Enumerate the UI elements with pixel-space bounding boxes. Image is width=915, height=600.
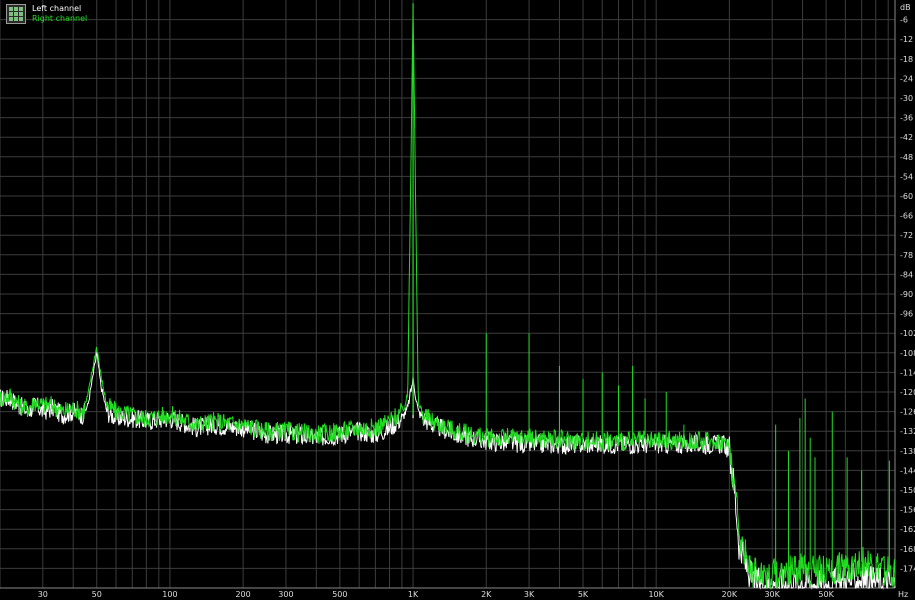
y-tick-label: -96 bbox=[900, 310, 913, 319]
y-unit-label: dB bbox=[900, 3, 911, 12]
y-tick-label: -66 bbox=[900, 212, 913, 221]
x-tick-label: 1K bbox=[408, 590, 419, 599]
x-tick-label: 2K bbox=[481, 590, 492, 599]
x-tick-label: 10K bbox=[648, 590, 664, 599]
x-tick-label: 50 bbox=[92, 590, 102, 599]
y-tick-label: -138 bbox=[900, 447, 915, 456]
y-tick-label: -126 bbox=[900, 408, 915, 417]
y-tick-label: -168 bbox=[900, 545, 915, 554]
x-tick-label: 50K bbox=[818, 590, 834, 599]
y-tick-label: -60 bbox=[900, 192, 913, 201]
legend-left-channel: Left channel bbox=[32, 4, 82, 13]
x-tick-label: 5K bbox=[578, 590, 589, 599]
y-tick-label: -42 bbox=[900, 133, 913, 142]
x-tick-label: 30K bbox=[764, 590, 780, 599]
y-tick-label: -132 bbox=[900, 427, 915, 436]
y-tick-label: -24 bbox=[900, 74, 913, 83]
x-tick-label: 20K bbox=[722, 590, 738, 599]
y-tick-label: -120 bbox=[900, 388, 915, 397]
y-tick-label: -162 bbox=[900, 525, 915, 534]
x-tick-label: 500 bbox=[332, 590, 347, 599]
legend: Left channel Right channel bbox=[6, 4, 87, 24]
y-tick-label: -72 bbox=[900, 231, 913, 240]
y-tick-label: -84 bbox=[900, 270, 913, 279]
y-tick-label: -78 bbox=[900, 251, 913, 260]
y-tick-label: -18 bbox=[900, 55, 913, 64]
spectrum-chart: -6 -12 -18 -24 -30 -36 -42 -48 -54 -60 -66 -72 -78 -8… bbox=[0, 0, 915, 600]
y-tick-label: -48 bbox=[900, 153, 913, 162]
y-tick-labels: -6 -12 -18 -24 -30 -36 -42 -48 -54 -60 -66 -72 -78 -8… bbox=[900, 16, 915, 574]
y-tick-label: -36 bbox=[900, 114, 913, 123]
y-tick-label: -156 bbox=[900, 506, 915, 515]
legend-right-channel: Right channel bbox=[32, 14, 88, 23]
x-unit-label: Hz bbox=[898, 590, 908, 599]
y-tick-label: -144 bbox=[900, 466, 915, 475]
legend-grid-icon[interactable] bbox=[6, 4, 26, 24]
y-tick-label: -12 bbox=[900, 35, 913, 44]
x-tick-label: 3K bbox=[524, 590, 535, 599]
y-tick-label: -150 bbox=[900, 486, 915, 495]
y-tick-label: -6 bbox=[900, 16, 908, 25]
y-tick-label: -114 bbox=[900, 368, 915, 377]
x-tick-label: 200 bbox=[235, 590, 250, 599]
y-tick-label: -90 bbox=[900, 290, 913, 299]
x-tick-label: 100 bbox=[162, 590, 177, 599]
y-tick-label: -108 bbox=[900, 349, 915, 358]
y-tick-label: -30 bbox=[900, 94, 913, 103]
y-tick-label: -102 bbox=[900, 329, 915, 338]
x-tick-label: 30 bbox=[38, 590, 48, 599]
x-tick-label: 300 bbox=[278, 590, 293, 599]
legend-labels: Left channel Right channel bbox=[32, 4, 87, 24]
y-tick-label: -174 bbox=[900, 564, 915, 573]
y-tick-label: -54 bbox=[900, 172, 913, 181]
